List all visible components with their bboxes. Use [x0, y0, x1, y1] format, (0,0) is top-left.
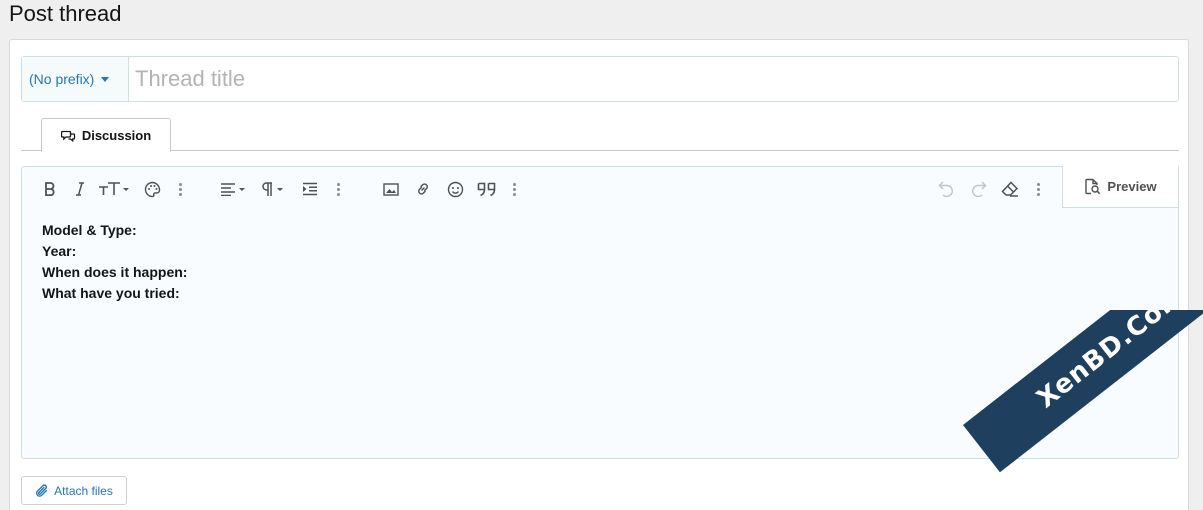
preview-icon: [1085, 178, 1101, 195]
redo-icon[interactable]: [969, 178, 987, 200]
editor-line: What have you tried:: [42, 285, 180, 301]
tab-discussion[interactable]: Discussion: [41, 118, 171, 152]
text-color-icon[interactable]: [143, 178, 161, 200]
tab-discussion-label: Discussion: [81, 127, 152, 143]
more-misc-icon[interactable]: [1036, 178, 1040, 200]
bold-icon[interactable]: [42, 178, 58, 200]
preview-button[interactable]: Preview: [1062, 166, 1179, 208]
prefix-label: (No prefix): [29, 71, 95, 87]
quote-icon[interactable]: [477, 178, 497, 200]
more-insert-icon[interactable]: [512, 178, 516, 200]
editor-line: Model & Type:: [42, 222, 137, 238]
image-icon[interactable]: [382, 178, 400, 200]
more-text-icon[interactable]: [178, 178, 182, 200]
italic-icon[interactable]: [73, 178, 87, 200]
paragraph-icon[interactable]: [261, 178, 287, 200]
smilie-icon[interactable]: [446, 178, 464, 200]
thread-title-row: (No prefix) Thread title: [21, 56, 1179, 102]
thread-title-placeholder: Thread title: [135, 66, 246, 91]
undo-icon[interactable]: [937, 178, 955, 200]
editor-line: Year:: [42, 243, 77, 259]
font-size-icon[interactable]: [98, 178, 130, 200]
clear-formatting-icon[interactable]: [1001, 178, 1019, 200]
chevron-down-icon: [101, 76, 110, 82]
paperclip-icon: [36, 483, 48, 497]
attach-files-button[interactable]: Attach files: [21, 476, 127, 505]
editor-line: When does it happen:: [42, 264, 188, 280]
align-icon[interactable]: [220, 178, 248, 200]
editor-content[interactable]: Model & Type: Year: When does it happen:…: [42, 220, 187, 304]
preview-label: Preview: [1107, 179, 1157, 194]
prefix-select[interactable]: (No prefix): [22, 57, 129, 101]
thread-title-input[interactable]: Thread title: [129, 57, 1178, 101]
more-paragraph-icon[interactable]: [336, 178, 340, 200]
attach-files-label: Attach files: [54, 483, 113, 498]
comments-icon: [60, 130, 75, 142]
link-icon[interactable]: [414, 178, 432, 200]
message-editor[interactable]: Preview Model & Type: Year: When does it…: [21, 166, 1179, 459]
page-title: Post thread: [9, 1, 122, 26]
editor-toolbar: Preview: [22, 166, 1179, 209]
post-thread-form: (No prefix) Thread title Discussion Prev…: [9, 39, 1189, 510]
indent-icon[interactable]: [301, 178, 319, 200]
editor-tabs: Discussion: [21, 118, 1179, 152]
